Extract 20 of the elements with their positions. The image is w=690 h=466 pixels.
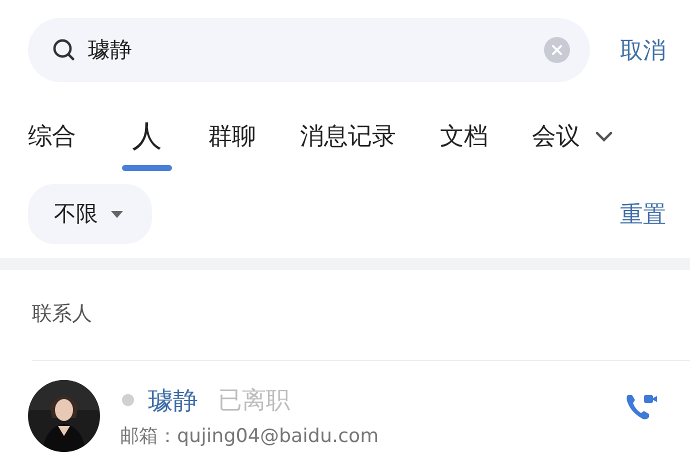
search-field[interactable]: 璩静 bbox=[28, 18, 590, 82]
reset-link[interactable]: 重置 bbox=[620, 198, 666, 230]
tab[interactable]: 人 bbox=[122, 104, 172, 170]
filter-dropdown[interactable]: 不限 bbox=[28, 184, 152, 244]
tab[interactable]: 会议 bbox=[532, 108, 580, 166]
tab[interactable]: 消息记录 bbox=[300, 108, 396, 166]
status-dot bbox=[122, 394, 134, 406]
tab[interactable]: 群聊 bbox=[208, 108, 256, 166]
tab[interactable]: 文档 bbox=[440, 108, 488, 166]
email-address: qujing04@baidu.com bbox=[177, 424, 379, 446]
contact-name[interactable]: 璩静 bbox=[148, 384, 198, 416]
phone-video-icon[interactable] bbox=[624, 392, 658, 422]
search-icon bbox=[52, 38, 76, 62]
chevron-down-icon[interactable] bbox=[594, 131, 614, 143]
status-label: 已离职 bbox=[218, 385, 290, 416]
cancel-link[interactable]: 取消 bbox=[620, 34, 666, 66]
email-label: 邮箱： bbox=[120, 424, 177, 446]
caret-down-icon bbox=[110, 209, 124, 219]
section-title: 联系人 bbox=[31, 300, 93, 327]
tab[interactable]: 综合 bbox=[28, 108, 76, 166]
